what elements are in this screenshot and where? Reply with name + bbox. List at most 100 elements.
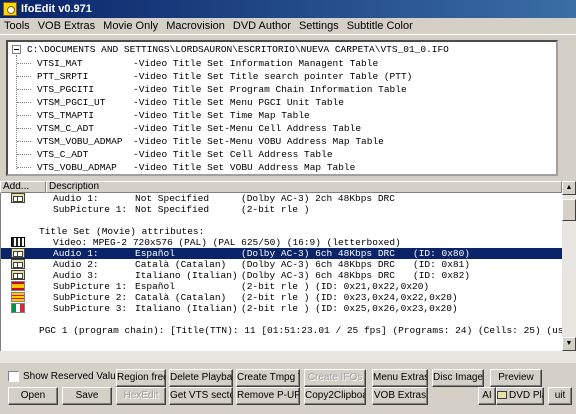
list-row[interactable] bbox=[1, 215, 562, 226]
list-row[interactable]: SubPicture 3: Italiano (Italian) (2-bit rl… bbox=[1, 303, 562, 314]
menu-movie-only[interactable]: Movie Only bbox=[99, 20, 162, 32]
row-label: Audio 2: bbox=[53, 259, 99, 270]
row-label: Audio 1: bbox=[53, 248, 99, 259]
tree-item-key: VTS_C_ADT bbox=[37, 149, 89, 160]
save-button[interactable]: Save bbox=[62, 387, 112, 405]
row-label: SubPicture 1: bbox=[53, 204, 128, 215]
tree-item-key: VTSI_MAT bbox=[37, 58, 83, 69]
scroll-down-button[interactable]: ▼ bbox=[562, 337, 576, 351]
list-row[interactable]: Audio 1: Not Specified (Dolby AC-3) 2ch 48… bbox=[1, 193, 562, 204]
row-format: (2-bit rle ) (ID: 0x21,0x22,0x20) bbox=[241, 281, 430, 292]
create-ifos-button[interactable]: Create IFOs bbox=[304, 369, 366, 387]
tree-item[interactable]: VTSI_MAT -Video Title Set Information Man… bbox=[17, 57, 378, 70]
region-free-button[interactable]: Region free bbox=[116, 369, 166, 387]
row-label: Video: MPEG-2 720x576 (PAL) (PAL 625/50)… bbox=[53, 237, 401, 248]
dvd-play-button[interactable]: DVD Play bbox=[496, 387, 544, 405]
tree-root-path: C:\DOCUMENTS AND SETTINGS\LORDSAURON\ESC… bbox=[27, 44, 449, 55]
row-label: PGC 1 (program chain): [Title(TTN): 11 [… bbox=[39, 325, 562, 336]
tree-item-key: PTT_SRPTI bbox=[37, 71, 89, 82]
row-language: Español bbox=[135, 281, 175, 292]
tree-item[interactable]: VTS_VOBU_ADMAP -Video Title Set VOBU Addr… bbox=[17, 161, 355, 174]
tree-item[interactable]: VTS_C_ADT -Video Title Set Cell Address T… bbox=[17, 148, 333, 161]
title-bar: IfoEdit v0.971 bbox=[0, 0, 576, 18]
list-row[interactable]: PGC 1 (program chain): [Title(TTN): 11 [… bbox=[1, 325, 562, 336]
tree-item[interactable]: VTSM_C_ADT -Video Title Set-Menu Cell Add… bbox=[17, 122, 361, 135]
open-button[interactable]: Open bbox=[8, 387, 58, 405]
menu-macrovision[interactable]: Macrovision bbox=[162, 20, 229, 32]
tree-item[interactable]: VTSM_VOBU_ADMAP -Video Title Set-Menu VOB… bbox=[17, 135, 384, 148]
dvd-play-label: DVD Play bbox=[509, 390, 543, 401]
tree-item-key: VTSM_VOBU_ADMAP bbox=[37, 136, 123, 147]
row-language: Català (Catalan) bbox=[135, 292, 227, 303]
hexedit-button[interactable]: HexEdit bbox=[116, 387, 166, 405]
copy-to-clipboard-button[interactable]: Copy2Clipboard bbox=[304, 387, 366, 405]
tree-item[interactable]: VTS_PGCITI -Video Title Set Program Chain… bbox=[17, 83, 407, 96]
tree-item-desc: -Video Title Set-Menu VOBU Address Map T… bbox=[133, 136, 384, 147]
list-row[interactable]: Video: MPEG-2 720x576 (PAL) (PAL 625/50)… bbox=[1, 237, 562, 248]
tree-item-key: VTS_VOBU_ADMAP bbox=[37, 162, 117, 173]
row-label: Audio 1: bbox=[53, 193, 99, 204]
tree-item[interactable]: VTS_TMAPTI -Video Title Set Time Map Tabl… bbox=[17, 109, 310, 122]
row-format: (Dolby AC-3) 2ch 48Kbps DRC bbox=[241, 193, 395, 204]
row-format: (2-bit rle ) (ID: 0x25,0x26,0x23,0x20) bbox=[241, 303, 458, 314]
row-format: (2-bit rle ) bbox=[241, 204, 310, 215]
ifo-structure-tree[interactable]: C:\DOCUMENTS AND SETTINGS\LORDSAURON\ESC… bbox=[6, 40, 558, 176]
row-language: Català (Catalan) bbox=[135, 259, 227, 270]
list-row[interactable]: SubPicture 1: Español (2-bit rle ) (ID: 0x… bbox=[1, 281, 562, 292]
remove-pups-button[interactable]: Remove P-UPs bbox=[236, 387, 300, 405]
tree-item-key: VTS_TMAPTI bbox=[37, 110, 95, 121]
tree-item-desc: -Video Title Set Cell Address Table bbox=[133, 149, 333, 160]
menu-dvd-author[interactable]: DVD Author bbox=[229, 20, 295, 32]
disc-image-button[interactable]: Disc Image bbox=[432, 369, 484, 387]
a1-button[interactable]: AI bbox=[478, 387, 496, 405]
show-reserved-label: Show Reserved Values bbox=[23, 371, 127, 382]
get-vts-sectors-button[interactable]: Get VTS sectors bbox=[169, 387, 233, 405]
tree-item-desc: -Video Title Set Title search pointer Ta… bbox=[133, 71, 413, 82]
row-language: Not Specified bbox=[135, 204, 210, 215]
menu-settings[interactable]: Settings bbox=[295, 20, 343, 32]
window-title: IfoEdit v0.971 bbox=[21, 3, 92, 15]
list-row[interactable]: SubPicture 1: Not Specified (2-bit rle ) bbox=[1, 204, 562, 215]
dvd-icon bbox=[497, 391, 507, 400]
list-row-selected[interactable]: Audio 1: Español (Dolby AC-3) 6ch 48Kbps D… bbox=[1, 248, 562, 259]
horizontal-scrollbar[interactable] bbox=[0, 351, 562, 363]
column-header-add[interactable]: Add... bbox=[0, 181, 46, 193]
list-row[interactable]: Audio 3: Italiano (Italian) (Dolby AC-3) 6… bbox=[1, 270, 562, 281]
tree-item-key: VTSM_C_ADT bbox=[37, 123, 95, 134]
scroll-up-button[interactable]: ▲ bbox=[562, 181, 576, 195]
row-label: Audio 3: bbox=[53, 270, 99, 281]
show-reserved-checkbox[interactable]: Show Reserved Values bbox=[8, 371, 126, 382]
preview-button[interactable]: Preview bbox=[490, 369, 542, 387]
collapse-icon[interactable] bbox=[12, 45, 21, 54]
list-header: Add... Description bbox=[0, 181, 562, 193]
list-row[interactable] bbox=[1, 314, 562, 325]
row-language: Italiano (Italian) bbox=[135, 303, 238, 314]
description-list[interactable]: Audio 1: Not Specified (Dolby AC-3) 2ch 48… bbox=[0, 193, 562, 363]
list-row[interactable]: Title Set (Movie) attributes: bbox=[1, 226, 562, 237]
row-label: SubPicture 3: bbox=[53, 303, 128, 314]
menu-extras-button[interactable]: Menu Extras bbox=[372, 369, 428, 387]
row-stream-id: (ID: 0x82) bbox=[413, 270, 471, 281]
row-language: Italiano (Italian) bbox=[135, 270, 238, 281]
quit-button[interactable]: uit bbox=[548, 387, 572, 405]
list-row[interactable]: SubPicture 2: Català (Catalan) (2-bit rle … bbox=[1, 292, 562, 303]
tree-item[interactable]: PTT_SRPTI -Video Title Set Title search p… bbox=[17, 70, 412, 83]
menu-vob-extras[interactable]: VOB Extras bbox=[34, 20, 99, 32]
menu-subtitle-color[interactable]: Subtitle Color bbox=[343, 20, 417, 32]
column-header-description[interactable]: Description bbox=[46, 181, 562, 193]
tree-item-key: VTSM_PGCI_UT bbox=[37, 97, 106, 108]
create-tmpg-button[interactable]: Create Tmpg T. bbox=[236, 369, 300, 387]
tree-root-node[interactable]: C:\DOCUMENTS AND SETTINGS\LORDSAURON\ESC… bbox=[12, 44, 449, 55]
delete-playback-button[interactable]: Delete Playback bbox=[169, 369, 233, 387]
row-format: (Dolby AC-3) 6ch 48Kbps DRC bbox=[241, 270, 395, 281]
tree-item[interactable]: VTSM_PGCI_UT -Video Title Set Menu PGCI U… bbox=[17, 96, 344, 109]
checkbox-box[interactable] bbox=[8, 371, 19, 382]
vob-extras-button[interactable]: VOB Extras bbox=[372, 387, 428, 405]
vertical-scrollbar[interactable]: ▲ ▼ bbox=[562, 181, 576, 363]
app-icon bbox=[3, 2, 17, 16]
row-label: SubPicture 1: bbox=[53, 281, 128, 292]
menu-tools[interactable]: Tools bbox=[0, 20, 34, 32]
scroll-thumb[interactable] bbox=[562, 199, 576, 221]
row-label: SubPicture 2: bbox=[53, 292, 128, 303]
list-row[interactable]: Audio 2: Català (Catalan) (Dolby AC-3) 6ch… bbox=[1, 259, 562, 270]
